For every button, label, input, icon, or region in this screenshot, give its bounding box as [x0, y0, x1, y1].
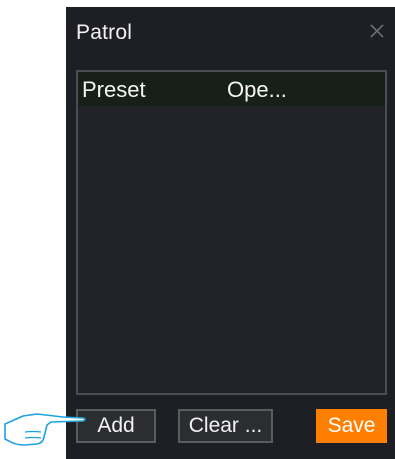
dialog-title: Patrol	[76, 21, 133, 44]
column-header-operation[interactable]: Ope...	[227, 77, 287, 103]
clear-button[interactable]: Clear ...	[178, 409, 273, 443]
add-button[interactable]: Add	[76, 409, 156, 443]
save-button[interactable]: Save	[316, 409, 387, 443]
close-icon	[370, 24, 384, 38]
column-header-preset[interactable]: Preset	[82, 77, 146, 103]
patrol-list[interactable]: Preset Ope...	[76, 70, 387, 395]
patrol-dialog: Patrol Preset Ope... Add Clear ... Save	[66, 7, 395, 459]
pointing-hand-icon	[4, 413, 86, 446]
list-header: Preset Ope...	[78, 72, 385, 106]
stage: Patrol Preset Ope... Add Clear ... Save	[0, 0, 395, 459]
close-button[interactable]	[367, 21, 387, 41]
